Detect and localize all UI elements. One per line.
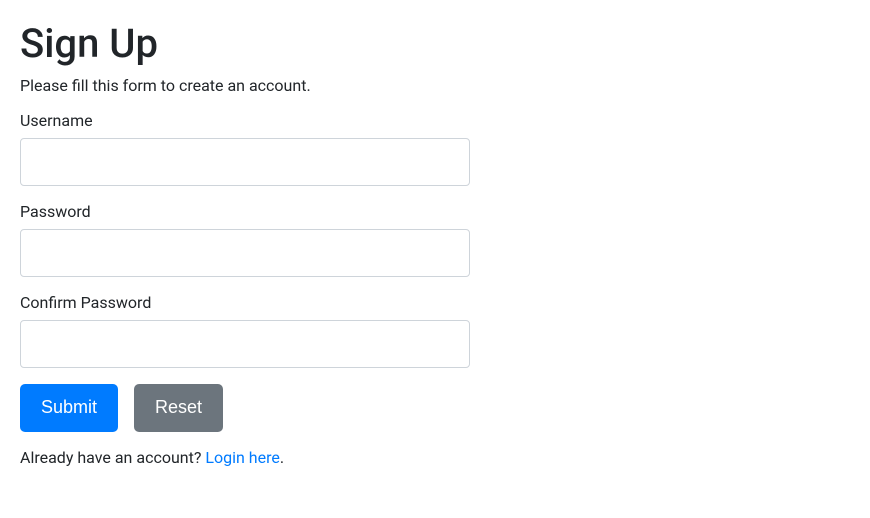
reset-button[interactable]: Reset	[134, 384, 223, 432]
confirm-password-label: Confirm Password	[20, 293, 470, 312]
signup-form-container: Sign Up Please fill this form to create …	[20, 20, 470, 467]
password-group: Password	[20, 202, 470, 277]
username-group: Username	[20, 111, 470, 186]
login-prompt-suffix: .	[280, 448, 284, 467]
signup-form: Username Password Confirm Password Submi…	[20, 111, 470, 467]
button-row: Submit Reset	[20, 384, 470, 432]
confirm-password-group: Confirm Password	[20, 293, 470, 368]
confirm-password-field[interactable]	[20, 320, 470, 368]
submit-button[interactable]: Submit	[20, 384, 118, 432]
page-title: Sign Up	[20, 20, 470, 68]
password-field[interactable]	[20, 229, 470, 277]
login-prompt-prefix: Already have an account?	[20, 448, 205, 467]
username-field[interactable]	[20, 138, 470, 186]
page-subtitle: Please fill this form to create an accou…	[20, 76, 470, 95]
login-prompt: Already have an account? Login here.	[20, 448, 470, 467]
password-label: Password	[20, 202, 470, 221]
username-label: Username	[20, 111, 470, 130]
login-link[interactable]: Login here	[205, 448, 279, 467]
